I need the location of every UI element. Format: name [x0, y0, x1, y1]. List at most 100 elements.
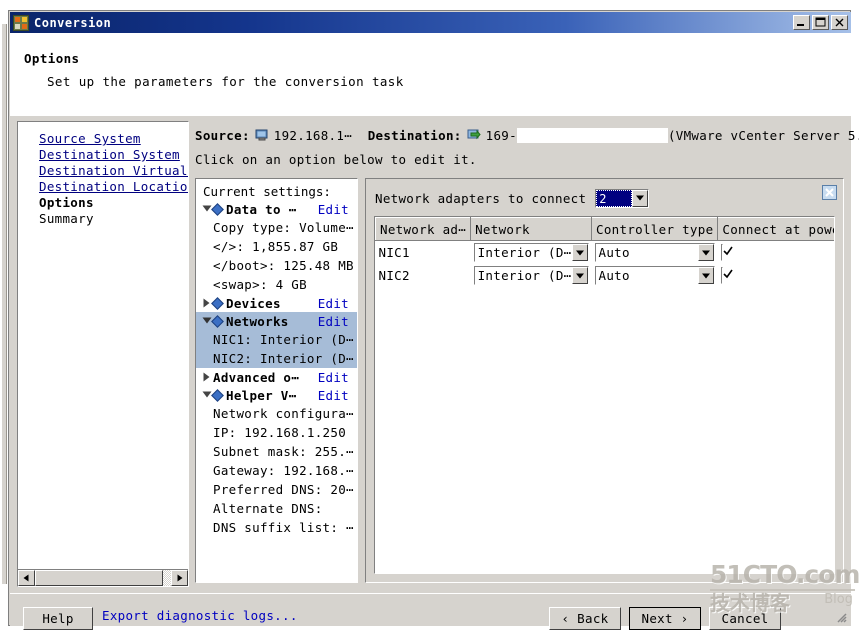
cell-adapter-name: NIC1	[378, 245, 410, 260]
close-panel-icon[interactable]	[822, 185, 837, 200]
chevron-right-icon[interactable]	[200, 368, 213, 386]
settings-detail-swap-volume: <swap>: 4 GB	[213, 277, 307, 292]
maximize-icon[interactable]	[812, 15, 829, 30]
cell-controller-type[interactable]: Auto	[592, 241, 718, 265]
minimize-icon[interactable]	[793, 15, 810, 30]
settings-detail-network-configuration: Network configura⋯	[213, 406, 354, 421]
cell-network[interactable]: Interior (D⋯	[471, 264, 592, 287]
sidebar-item-destination-location[interactable]: Destination Location	[39, 179, 188, 195]
adapter-count-label: Network adapters to connect	[375, 190, 587, 206]
scroll-left-icon[interactable]	[18, 570, 35, 586]
vm-convert-icon	[467, 128, 481, 142]
window-controls	[793, 15, 848, 30]
bullet-diamond-icon	[211, 314, 224, 328]
options-content: Source: 192.168.1⋯ Destination: 169- (VM…	[189, 116, 859, 593]
nav-horizontal-scrollbar[interactable]	[18, 569, 188, 586]
controller-type-select[interactable]: Auto	[594, 243, 715, 262]
adapters-table-container: Network ad⋯ Network Controller type Conn…	[374, 216, 835, 574]
adapter-count-value: 2	[596, 189, 633, 207]
adapter-count-select[interactable]: 2	[595, 188, 650, 208]
source-label: Source:	[195, 127, 250, 143]
table-row[interactable]: NIC2 Interior (D⋯ Auto	[376, 264, 835, 287]
connect-at-power-on-checkbox[interactable]	[720, 267, 733, 284]
computer-icon	[255, 128, 269, 142]
conversion-window: Conversion Options Set up the parameters…	[8, 10, 859, 630]
controller-type-value: Auto	[598, 245, 630, 260]
settings-group-label: Helper V⋯	[226, 387, 297, 403]
controller-type-select[interactable]: Auto	[594, 266, 715, 285]
edit-link-advanced-options[interactable]: Edit	[318, 370, 349, 385]
cell-controller-type[interactable]: Auto	[592, 264, 718, 287]
window-titlebar[interactable]: Conversion	[10, 12, 851, 33]
destination-label: Destination:	[367, 127, 462, 143]
next-button[interactable]: Next ›	[629, 607, 701, 630]
sidebar-item-options[interactable]: Options	[39, 195, 188, 211]
wizard-step-nav: Source System Destination System Destina…	[17, 121, 189, 587]
converter-wizard-screenshot: Conversion Options Set up the parameters…	[0, 0, 859, 636]
chevron-down-icon[interactable]	[632, 189, 649, 207]
network-select[interactable]: Interior (D⋯	[473, 266, 589, 285]
settings-detail-nic1: NIC1: Interior (D⋯	[196, 330, 357, 349]
column-header-controller-type[interactable]: Controller type	[591, 217, 719, 241]
settings-detail-copy-type: Copy type: Volume⋯	[213, 220, 354, 235]
adapters-table: Network ad⋯ Network Controller type Conn…	[375, 217, 835, 287]
sidebar-item-destination-system[interactable]: Destination System	[39, 147, 188, 163]
window-title: Conversion	[34, 15, 112, 30]
column-header-connect-at-power-on[interactable]: Connect at power-on	[717, 217, 834, 241]
settings-group-networks[interactable]: Networks Edit	[196, 312, 357, 330]
edit-link-devices[interactable]: Edit	[318, 296, 349, 311]
sidebar-item-source-system[interactable]: Source System	[39, 131, 188, 147]
cell-connect-at-power-on[interactable]	[718, 264, 834, 287]
settings-group-label: Devices	[226, 295, 281, 311]
settings-detail-alternate-dns: Alternate DNS:	[213, 501, 323, 516]
resize-grip-icon[interactable]	[835, 611, 847, 623]
current-settings-heading: Current settings:	[203, 184, 331, 199]
settings-group-data-to-copy[interactable]: Data to ⋯ Edit	[196, 200, 357, 218]
cell-connect-at-power-on[interactable]	[718, 241, 834, 265]
edit-link-helper-vm[interactable]: Edit	[318, 388, 349, 403]
settings-detail-preferred-dns: Preferred DNS: 20⋯	[213, 482, 354, 497]
scrollbar-track[interactable]	[163, 570, 171, 586]
settings-detail-gateway: Gateway: 192.168.⋯	[213, 463, 354, 478]
settings-group-label: Data to ⋯	[226, 201, 297, 217]
help-button[interactable]: Help	[23, 607, 93, 630]
settings-group-advanced-options[interactable]: Advanced o⋯ Edit	[196, 368, 357, 386]
column-header-network[interactable]: Network	[470, 217, 593, 241]
settings-detail-ip: IP: 192.168.1.250	[213, 425, 347, 440]
adapter-count-row: Network adapters to connect 2	[375, 187, 835, 209]
connect-at-power-on-checkbox[interactable]	[720, 244, 733, 261]
page-subtitle: Set up the parameters for the conversion…	[47, 74, 404, 89]
edit-link-data-to-copy[interactable]: Edit	[318, 202, 349, 217]
column-header-network-adapter[interactable]: Network ad⋯	[375, 217, 472, 241]
task-summary-bar: Source: 192.168.1⋯ Destination: 169- (VM…	[195, 126, 859, 144]
settings-detail-root-volume: </>: 1,855.87 GB	[213, 239, 339, 254]
chevron-down-icon[interactable]	[697, 244, 714, 261]
wizard-body: Source System Destination System Destina…	[10, 116, 859, 593]
settings-group-helper-vm[interactable]: Helper V⋯ Edit	[196, 386, 357, 404]
current-settings-panel[interactable]: Current settings: Data to ⋯ Edit Copy ty…	[195, 178, 358, 583]
edit-link-networks[interactable]: Edit	[318, 314, 349, 329]
chevron-down-icon[interactable]	[697, 267, 714, 284]
redacted-destination	[516, 127, 668, 143]
bullet-diamond-icon	[211, 202, 224, 216]
table-row[interactable]: NIC1 Interior (D⋯ Auto	[376, 241, 835, 265]
edit-instruction: Click on an option below to edit it.	[195, 152, 477, 167]
network-select[interactable]: Interior (D⋯	[473, 243, 589, 262]
export-diagnostic-logs-link[interactable]: Export diagnostic logs...	[102, 608, 298, 623]
wizard-header: Options Set up the parameters for the co…	[10, 33, 851, 116]
settings-group-devices[interactable]: Devices Edit	[196, 294, 357, 312]
nav-list: Source System Destination System Destina…	[18, 122, 188, 569]
settings-group-label: Networks	[226, 313, 289, 329]
cell-network[interactable]: Interior (D⋯	[471, 241, 592, 265]
close-icon[interactable]	[831, 15, 848, 30]
sidebar-item-summary[interactable]: Summary	[39, 211, 188, 227]
chevron-down-icon[interactable]	[571, 244, 588, 261]
settings-detail-dns-suffix-list: DNS suffix list: ⋯	[213, 520, 354, 535]
cancel-button[interactable]: Cancel	[709, 607, 781, 630]
back-button[interactable]: ‹ Back	[549, 607, 621, 630]
scroll-right-icon[interactable]	[171, 570, 188, 586]
chevron-down-icon[interactable]	[571, 267, 588, 284]
cell-adapter-name: NIC2	[378, 268, 410, 283]
sidebar-item-destination-virtual-machine[interactable]: Destination Virtual M	[39, 163, 188, 179]
scrollbar-thumb[interactable]	[35, 570, 163, 586]
